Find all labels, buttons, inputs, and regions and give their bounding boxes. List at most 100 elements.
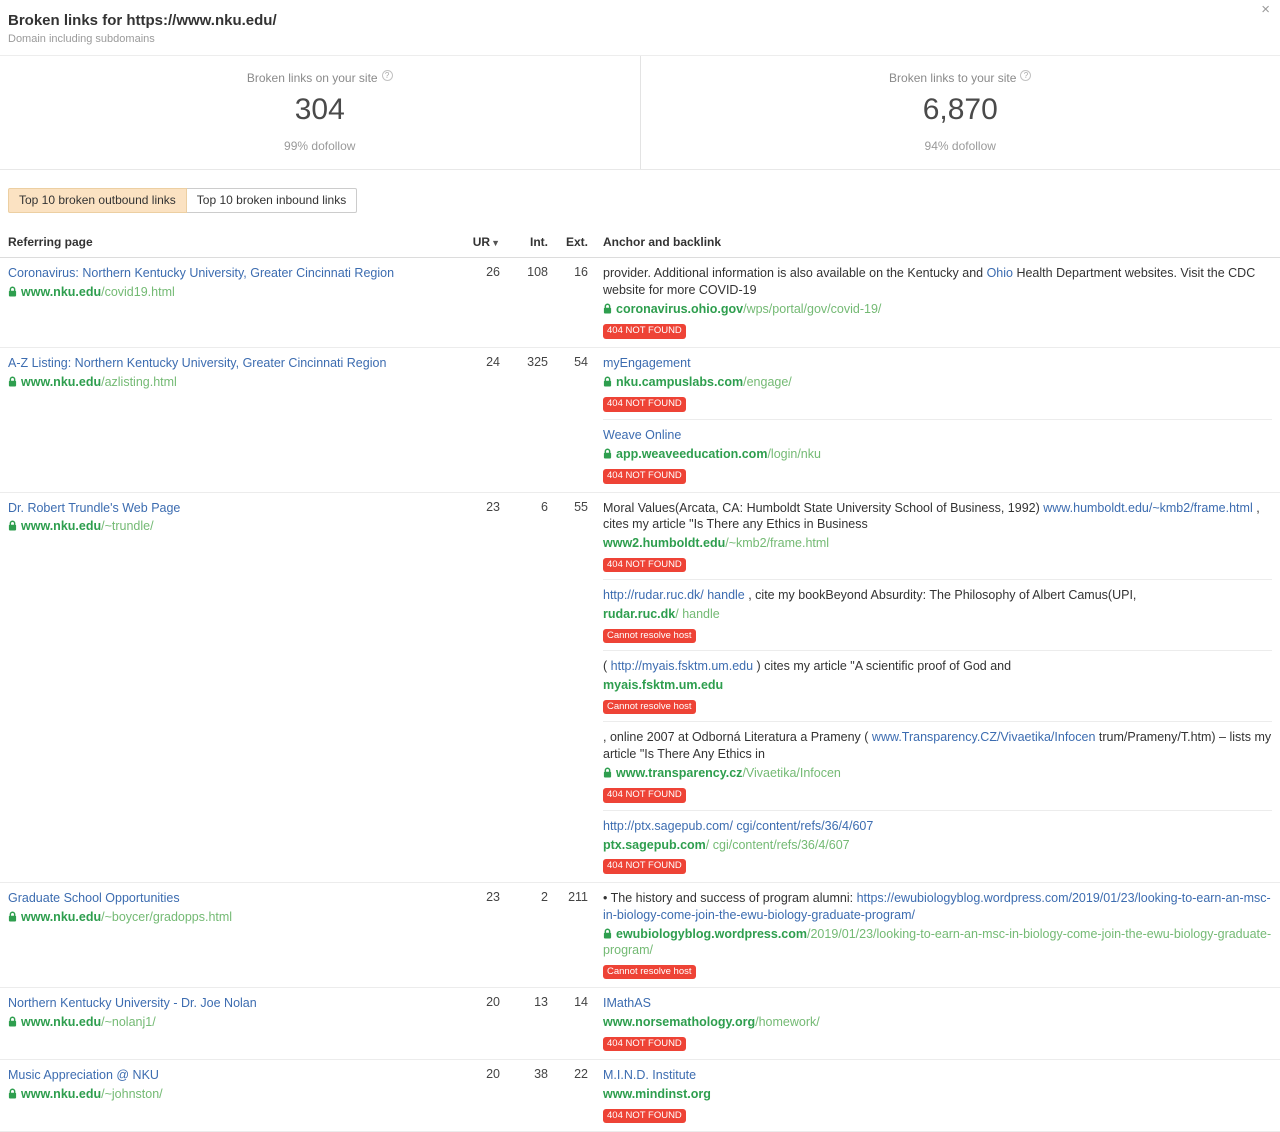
url-path[interactable]: /~nolanj1/	[101, 1015, 156, 1029]
url-path[interactable]: /~johnston/	[101, 1087, 163, 1101]
stats-section: Broken links on your site? 304 99% dofol…	[0, 56, 1280, 170]
referring-page-link[interactable]: Northern Kentucky University - Dr. Joe N…	[8, 995, 445, 1012]
column-anchor-backlink: Anchor and backlink	[588, 235, 1272, 249]
table-row: Northern Kentucky University - Dr. Joe N…	[0, 988, 1280, 1060]
referring-page-url: www.nku.edu/covid19.html	[8, 285, 445, 302]
anchor-link[interactable]: Weave Online	[603, 428, 681, 442]
url-domain[interactable]: app.weaveeducation.com	[616, 447, 767, 461]
backlink-url: www2.humboldt.edu/~kmb2/frame.html	[603, 536, 1272, 552]
referring-page-link[interactable]: Music Appreciation @ NKU	[8, 1067, 445, 1084]
url-path[interactable]: /wps/portal/gov/covid-19/	[743, 302, 881, 316]
backlink-url: ptx.sagepub.com/ cgi/content/refs/36/4/6…	[603, 838, 1272, 854]
badge-line: Cannot resolve host	[603, 627, 1272, 643]
tab-broken-outbound-links[interactable]: Top 10 broken outbound links	[8, 188, 187, 213]
column-referring-page: Referring page	[8, 235, 455, 249]
anchor-text: • The history and success of program alu…	[603, 890, 1272, 924]
referring-page-cell: Music Appreciation @ NKU www.nku.edu/~joh…	[8, 1067, 455, 1104]
lock-icon	[8, 376, 17, 392]
backlink-url: www.norsemathology.org/homework/	[603, 1015, 1272, 1031]
backlink-url: rudar.ruc.dk/ handle	[603, 607, 1272, 623]
tab-broken-inbound-links[interactable]: Top 10 broken inbound links	[187, 188, 357, 213]
anchor-link[interactable]: http://myais.fsktm.um.edu	[611, 659, 753, 673]
url-path[interactable]: /covid19.html	[101, 285, 175, 299]
anchor-link[interactable]: http://rudar.ruc.dk/ handle	[603, 588, 745, 602]
url-domain[interactable]: www.nku.edu	[21, 285, 101, 299]
anchor-link[interactable]: myEngagement	[603, 356, 691, 370]
anchor-text: M.I.N.D. Institute	[603, 1067, 1272, 1084]
url-path[interactable]: /~kmb2/frame.html	[725, 536, 829, 550]
anchor-link[interactable]: IMathAS	[603, 996, 651, 1010]
lock-icon	[8, 1088, 17, 1104]
url-domain[interactable]: coronavirus.ohio.gov	[616, 302, 743, 316]
url-domain[interactable]: www.nku.edu	[21, 1015, 101, 1029]
backlink-entry: provider. Additional information is also…	[603, 265, 1272, 339]
anchor-link[interactable]: M.I.N.D. Institute	[603, 1068, 696, 1082]
column-ext[interactable]: Ext.	[548, 235, 588, 249]
url-domain[interactable]: www2.humboldt.edu	[603, 536, 725, 550]
lock-icon	[8, 1016, 17, 1032]
url-domain[interactable]: www.transparency.cz	[616, 766, 742, 780]
url-domain[interactable]: www.nku.edu	[21, 910, 101, 924]
url-path[interactable]: /Vivaetika/Infocen	[742, 766, 840, 780]
help-icon[interactable]: ?	[1020, 70, 1031, 81]
anchor-link[interactable]: Ohio	[987, 266, 1013, 280]
referring-page-link[interactable]: Coronavirus: Northern Kentucky Universit…	[8, 265, 445, 282]
backlink-entry: myEngagement nku.campuslabs.com/engage/40…	[603, 355, 1272, 412]
close-icon[interactable]: ×	[1261, 2, 1270, 17]
backlink-divider	[603, 721, 1272, 722]
url-domain[interactable]: rudar.ruc.dk	[603, 607, 675, 621]
stat-broken-links-on-site: Broken links on your site? 304 99% dofol…	[0, 56, 641, 169]
referring-page-link[interactable]: A-Z Listing: Northern Kentucky Universit…	[8, 355, 445, 372]
status-badge: Cannot resolve host	[603, 965, 696, 979]
url-domain[interactable]: nku.campuslabs.com	[616, 375, 743, 389]
referring-page-url: www.nku.edu/~boycer/gradopps.html	[8, 910, 445, 927]
badge-line: 404 NOT FOUND	[603, 786, 1272, 802]
url-path[interactable]: /homework/	[755, 1015, 820, 1029]
stat-label: Broken links to your site?	[641, 70, 1280, 85]
column-ur[interactable]: UR▼	[455, 235, 500, 249]
url-domain[interactable]: www.nku.edu	[21, 375, 101, 389]
table-row: A-Z Listing: Northern Kentucky Universit…	[0, 348, 1280, 493]
page-title: Broken links for https://www.nku.edu/	[8, 12, 1272, 29]
backlink-entry: IMathAS www.norsemathology.org/homework/4…	[603, 995, 1272, 1051]
badge-line: 404 NOT FOUND	[603, 395, 1272, 411]
url-domain[interactable]: www.nku.edu	[21, 519, 101, 533]
url-domain[interactable]: myais.fsktm.um.edu	[603, 678, 723, 692]
url-domain[interactable]: ewubiologyblog.wordpress.com	[616, 927, 807, 941]
backlink-entry: M.I.N.D. Institutewww.mindinst.org404 NO…	[603, 1067, 1272, 1123]
url-path[interactable]: /~trundle/	[101, 519, 153, 533]
referring-page-link[interactable]: Dr. Robert Trundle's Web Page	[8, 500, 445, 517]
status-badge: Cannot resolve host	[603, 700, 696, 714]
url-path[interactable]: /engage/	[743, 375, 792, 389]
report-header: Broken links for https://www.nku.edu/ Do…	[0, 0, 1280, 56]
status-badge: 404 NOT FOUND	[603, 788, 686, 802]
anchor-link[interactable]: www.humboldt.edu/~kmb2/frame.html	[1043, 501, 1252, 515]
status-badge: 404 NOT FOUND	[603, 1037, 686, 1051]
url-path[interactable]: /login/nku	[767, 447, 821, 461]
anchor-backlink-cell: • The history and success of program alu…	[588, 890, 1272, 979]
backlink-url: ewubiologyblog.wordpress.com/2019/01/23/…	[603, 927, 1272, 959]
stat-dofollow: 99% dofollow	[0, 139, 640, 153]
url-domain[interactable]: www.mindinst.org	[603, 1087, 711, 1101]
url-path[interactable]: / handle	[675, 607, 719, 621]
ext-value: 54	[548, 355, 588, 369]
table-body: Coronavirus: Northern Kentucky Universit…	[0, 258, 1280, 1132]
url-domain[interactable]: www.norsemathology.org	[603, 1015, 755, 1029]
url-path[interactable]: /~boycer/gradopps.html	[101, 910, 232, 924]
anchor-link[interactable]: http://ptx.sagepub.com/ cgi/content/refs…	[603, 819, 873, 833]
anchor-text: myEngagement	[603, 355, 1272, 372]
help-icon[interactable]: ?	[382, 70, 393, 81]
anchor-backlink-cell: Moral Values(Arcata, CA: Humboldt State …	[588, 500, 1272, 874]
referring-page-link[interactable]: Graduate School Opportunities	[8, 890, 445, 907]
column-int[interactable]: Int.	[500, 235, 548, 249]
url-path[interactable]: /azlisting.html	[101, 375, 177, 389]
url-path[interactable]: / cgi/content/refs/36/4/607	[706, 838, 850, 852]
lock-icon	[8, 911, 17, 927]
url-domain[interactable]: ptx.sagepub.com	[603, 838, 706, 852]
column-ur-label: UR	[473, 235, 490, 249]
url-domain[interactable]: www.nku.edu	[21, 1087, 101, 1101]
ext-value: 16	[548, 265, 588, 279]
anchor-text: IMathAS	[603, 995, 1272, 1012]
anchor-link[interactable]: www.Transparency.CZ/Vivaetika/Infocen	[872, 730, 1095, 744]
referring-page-cell: Graduate School Opportunities www.nku.edu…	[8, 890, 455, 927]
